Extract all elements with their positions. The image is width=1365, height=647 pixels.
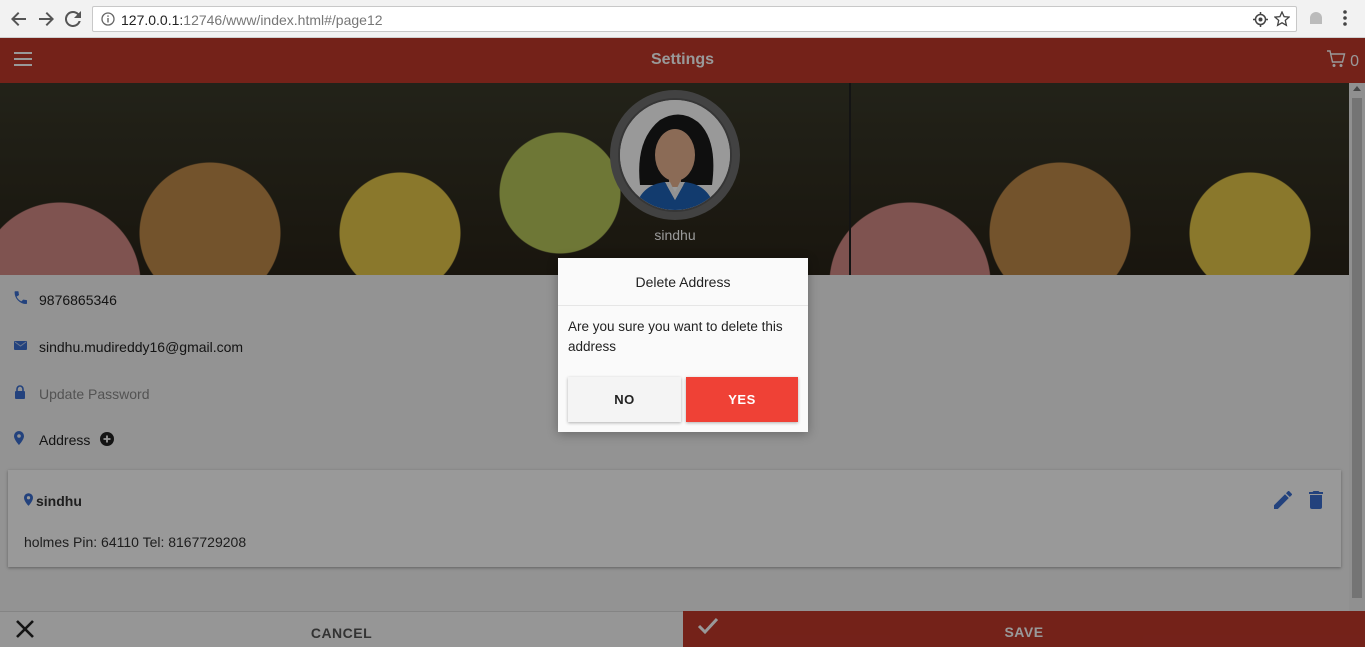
- info-icon[interactable]: [101, 12, 115, 31]
- browser-toolbar: 127.0.0.1:12746/www/index.html#/page12: [0, 0, 1365, 38]
- back-icon[interactable]: [8, 8, 30, 30]
- dialog-divider: [558, 305, 808, 306]
- url-text: 127.0.0.1:12746/www/index.html#/page12: [121, 12, 383, 28]
- url-path: 12746/www/index.html#/page12: [183, 12, 383, 28]
- delete-address-dialog: Delete Address Are you sure you want to …: [558, 258, 808, 432]
- forward-icon[interactable]: [35, 8, 57, 30]
- dialog-message: Are you sure you want to delete this add…: [568, 319, 783, 354]
- url-host: 127.0.0.1:: [121, 12, 184, 28]
- location-target-icon[interactable]: [1253, 12, 1268, 32]
- yes-button[interactable]: YES: [686, 377, 798, 422]
- browser-menu-icon[interactable]: [1342, 9, 1348, 32]
- bookmark-star-icon[interactable]: [1273, 10, 1291, 32]
- no-button[interactable]: NO: [568, 377, 681, 422]
- extension-icon[interactable]: [1307, 9, 1325, 32]
- address-bar[interactable]: 127.0.0.1:12746/www/index.html#/page12: [92, 6, 1297, 32]
- dialog-title: Delete Address: [635, 274, 731, 290]
- reload-icon[interactable]: [62, 8, 84, 30]
